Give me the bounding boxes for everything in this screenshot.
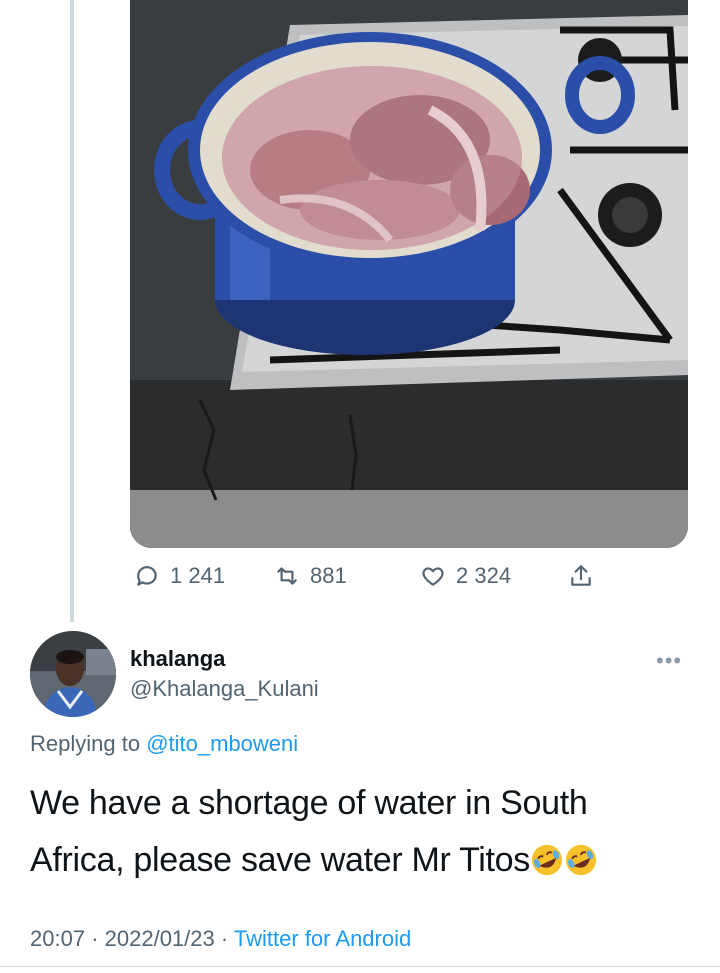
author-name[interactable]: khalanga xyxy=(130,646,225,672)
author-handle[interactable]: @Khalanga_Kulani xyxy=(130,676,319,702)
rofl-emoji-icon xyxy=(565,844,597,876)
tweet-client-link[interactable]: Twitter for Android xyxy=(234,926,411,951)
replying-prefix: Replying to xyxy=(30,731,141,756)
divider xyxy=(0,966,720,967)
meta-separator: · xyxy=(220,926,229,951)
thread-connector-line xyxy=(70,0,74,622)
reply-count: 1 241 xyxy=(170,563,226,588)
tweet-action-bar: 1 241 881 2 324 xyxy=(130,563,610,595)
share-button[interactable] xyxy=(568,563,594,589)
reply-bubble-icon xyxy=(137,566,157,586)
reply-button[interactable]: 1 241 xyxy=(134,563,225,589)
tweet-text: We have a shortage of water in South Afr… xyxy=(30,775,670,889)
replying-to-link[interactable]: @tito_mboweni xyxy=(146,731,298,756)
like-count: 2 324 xyxy=(456,563,512,588)
tweet-time[interactable]: 20:07 xyxy=(30,926,85,951)
avatar-photo xyxy=(30,631,116,717)
retweet-icon xyxy=(277,567,297,585)
retweet-button[interactable]: 881 xyxy=(274,563,347,589)
share-icon xyxy=(571,565,591,586)
tweet-date[interactable]: 2022/01/23 xyxy=(105,926,215,951)
tweet-media-image[interactable] xyxy=(130,0,688,548)
heart-icon xyxy=(422,567,444,586)
retweet-count: 881 xyxy=(310,563,347,588)
rofl-emoji-icon xyxy=(531,844,563,876)
replying-to-line: Replying to @tito_mboweni xyxy=(30,731,298,757)
like-button[interactable]: 2 324 xyxy=(420,563,511,589)
avatar[interactable] xyxy=(30,631,116,717)
tweet-metadata: 20:07 · 2022/01/23 · Twitter for Android xyxy=(30,926,411,952)
more-options-icon[interactable]: ••• xyxy=(656,648,682,674)
meta-separator: · xyxy=(91,926,99,951)
tweet-text-body: We have a shortage of water in South Afr… xyxy=(30,784,588,879)
